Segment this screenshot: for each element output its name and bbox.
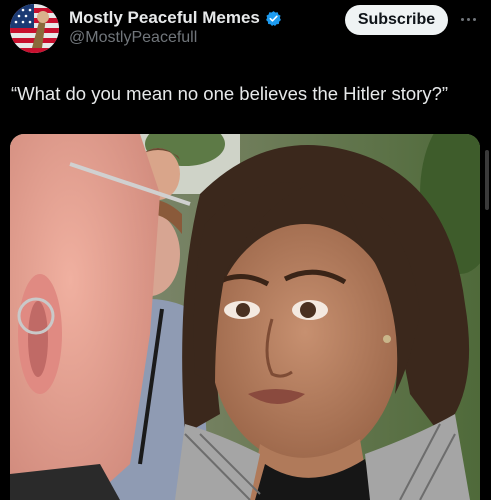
post-media-photo[interactable] (10, 134, 480, 500)
author-avatar[interactable] (10, 4, 59, 53)
post-text: “What do you mean no one believes the Hi… (11, 83, 449, 104)
photo-content (10, 134, 480, 500)
author-handle[interactable]: @MostlyPeacefull (69, 29, 197, 47)
author-display-name[interactable]: Mostly Peaceful Memes (69, 8, 260, 28)
author-name-row[interactable]: Mostly Peaceful Memes (69, 8, 282, 28)
scrollbar[interactable] (485, 150, 489, 210)
more-options-icon[interactable] (458, 12, 478, 26)
verified-badge-icon (265, 10, 282, 27)
american-flag-avatar-icon (10, 4, 59, 53)
post-card[interactable]: Mostly Peaceful Memes @MostlyPeacefull S… (0, 0, 491, 500)
subscribe-button[interactable]: Subscribe (345, 5, 448, 35)
